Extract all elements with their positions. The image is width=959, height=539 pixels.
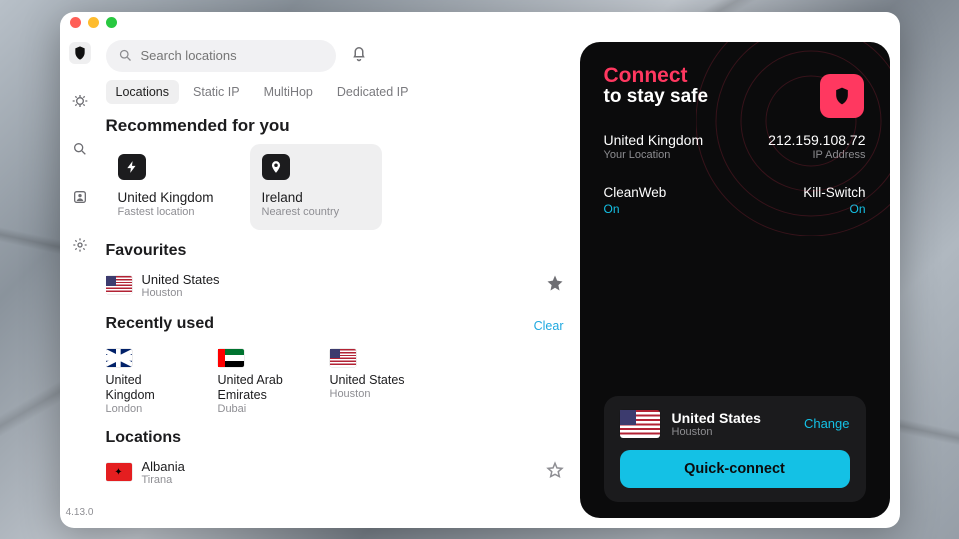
shield-icon	[832, 86, 852, 106]
sidebar-item-settings[interactable]	[69, 234, 91, 256]
flag-icon	[330, 349, 356, 367]
tab-multihop[interactable]: MultiHop	[254, 80, 323, 104]
window-minimize-button[interactable]	[88, 17, 99, 28]
feature-state: On	[803, 202, 865, 216]
location-item[interactable]: ✦ Albania Tirana	[106, 455, 564, 498]
bell-icon	[350, 44, 368, 62]
recommended-card-nearest[interactable]: Ireland Nearest country	[250, 144, 382, 230]
titlebar	[60, 12, 900, 34]
quick-connect-card: United States Houston Change Quick-conne…	[604, 396, 866, 502]
flag-icon	[106, 349, 132, 367]
window-close-button[interactable]	[70, 17, 81, 28]
search-field[interactable]	[106, 40, 336, 72]
feature-state: On	[604, 202, 667, 216]
user-icon	[72, 189, 88, 205]
brand-logo	[820, 74, 864, 118]
recent-item[interactable]: United Kingdom London	[106, 349, 192, 415]
recommended-card-title: Ireland	[262, 190, 370, 205]
recent-city: London	[106, 403, 192, 415]
quick-connect-button[interactable]: Quick-connect	[620, 450, 850, 488]
sidebar-item-alert[interactable]	[69, 90, 91, 112]
bug-icon	[72, 93, 88, 109]
favourite-toggle-button[interactable]	[546, 461, 564, 484]
section-recent-title: Recently used	[106, 315, 214, 333]
favourite-item[interactable]: United States Houston	[106, 268, 564, 311]
search-icon	[118, 48, 133, 63]
feature-label: CleanWeb	[604, 185, 667, 200]
change-location-button[interactable]: Change	[804, 416, 850, 431]
selected-country: United States	[672, 410, 792, 426]
recent-item[interactable]: United Arab Emirates Dubai	[218, 349, 304, 415]
flag-icon	[106, 276, 132, 294]
app-version: 4.13.0	[66, 507, 94, 518]
main-content: Locations Static IP MultiHop Dedicated I…	[100, 34, 580, 528]
ip-address-caption: IP Address	[768, 149, 865, 161]
recommended-card-fastest[interactable]: United Kingdom Fastest location	[106, 144, 238, 230]
tab-dedicated-ip[interactable]: Dedicated IP	[327, 80, 419, 104]
search-icon	[72, 141, 88, 157]
sidebar-item-vpn[interactable]	[69, 42, 91, 64]
sidebar-item-account[interactable]	[69, 186, 91, 208]
selected-city: Houston	[672, 426, 792, 438]
recent-country: United Arab Emirates	[218, 373, 304, 403]
section-recommended-title: Recommended for you	[106, 116, 564, 136]
clear-recent-button[interactable]: Clear	[534, 319, 564, 333]
ip-address-value: 212.159.108.72	[768, 132, 865, 148]
flag-icon	[218, 349, 244, 367]
tab-static-ip[interactable]: Static IP	[183, 80, 250, 104]
section-favourites-title: Favourites	[106, 242, 564, 260]
star-outline-icon	[546, 461, 564, 479]
connection-panel: Connect to stay safe United Kingdom Your…	[580, 42, 890, 518]
feature-cleanweb[interactable]: CleanWeb On	[604, 185, 667, 216]
favourite-city: Houston	[142, 287, 536, 299]
location-country: Albania	[142, 459, 536, 474]
recent-city: Houston	[330, 388, 416, 400]
feature-label: Kill-Switch	[803, 185, 865, 200]
recent-city: Dubai	[218, 403, 304, 415]
app-window: 4.13.0 Locations Static IP MultiHop Dedi…	[60, 12, 900, 528]
current-location-label: United Kingdom	[604, 132, 704, 148]
window-zoom-button[interactable]	[106, 17, 117, 28]
recommended-card-subtitle: Fastest location	[118, 206, 226, 218]
current-location-caption: Your Location	[604, 149, 704, 161]
recommended-card-title: United Kingdom	[118, 190, 226, 205]
location-tabs: Locations Static IP MultiHop Dedicated I…	[106, 80, 564, 104]
section-locations-title: Locations	[106, 429, 564, 447]
search-input[interactable]	[141, 48, 324, 63]
favourite-country: United States	[142, 272, 536, 287]
flag-icon	[620, 410, 660, 438]
location-pin-icon	[262, 154, 290, 180]
gear-icon	[72, 237, 88, 253]
star-filled-icon	[546, 274, 564, 292]
tab-locations[interactable]: Locations	[106, 80, 180, 104]
recent-country: United States	[330, 373, 416, 388]
sidebar: 4.13.0	[60, 34, 100, 528]
recent-country: United Kingdom	[106, 373, 192, 403]
recommended-card-subtitle: Nearest country	[262, 206, 370, 218]
location-city: Tirana	[142, 474, 536, 486]
favourite-star-button[interactable]	[546, 274, 564, 297]
bolt-icon	[118, 154, 146, 180]
shield-icon	[72, 45, 88, 61]
recent-item[interactable]: United States Houston	[330, 349, 416, 415]
flag-icon: ✦	[106, 463, 132, 481]
feature-killswitch[interactable]: Kill-Switch On	[803, 185, 865, 216]
notifications-button[interactable]	[350, 44, 368, 67]
sidebar-item-search[interactable]	[69, 138, 91, 160]
